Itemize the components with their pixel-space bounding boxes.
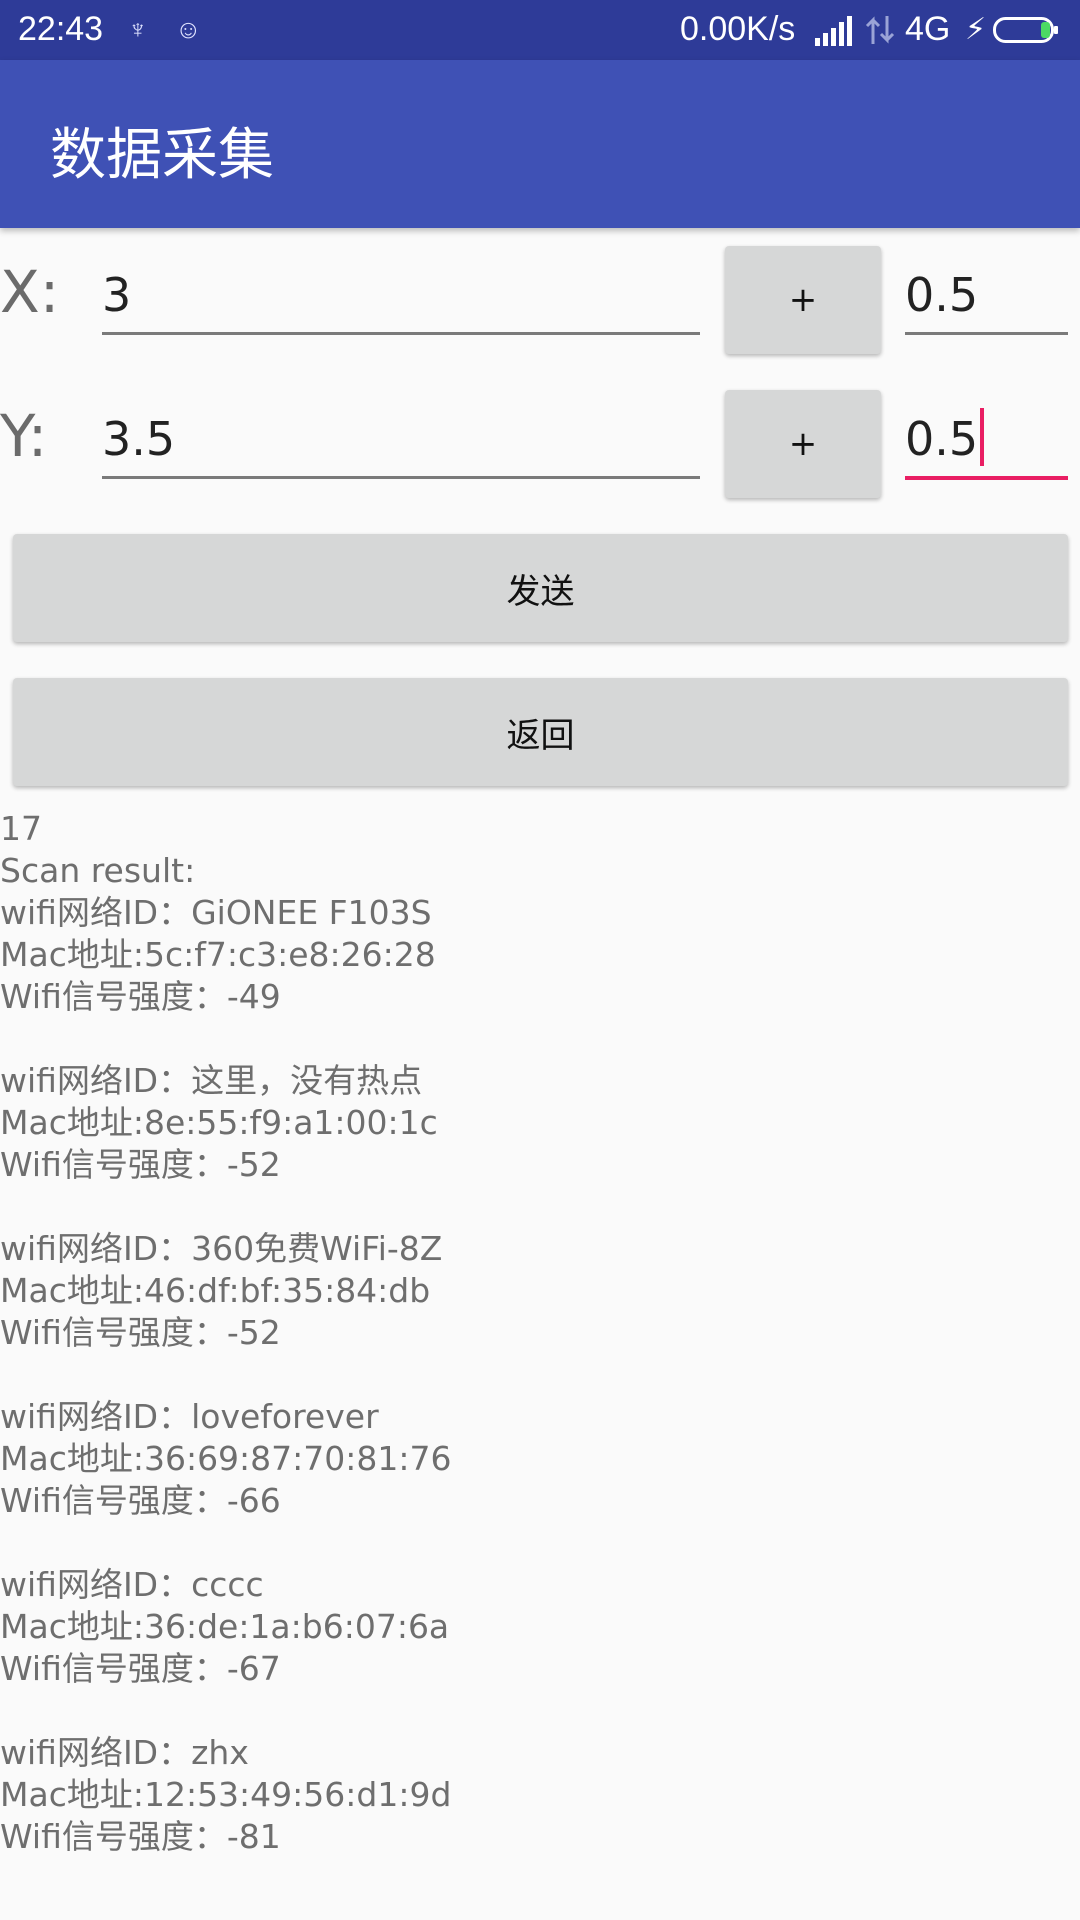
wifi-mac: Mac地址:5c:f7:c3:e8:26:28 — [0, 935, 436, 974]
x-coordinate-input[interactable]: 3 — [102, 268, 700, 335]
back-button[interactable]: 返回 — [13, 678, 1068, 786]
battery-icon — [993, 17, 1058, 43]
wifi-ssid: wifi网络ID：360免费WiFi-8Z — [0, 1229, 443, 1268]
wifi-rssi: Wifi信号强度：-81 — [0, 1817, 281, 1856]
wifi-mac: Mac地址:8e:55:f9:a1:00:1c — [0, 1103, 438, 1142]
net-speed: 0.00K/s — [680, 10, 796, 48]
usb-icon: ♆ — [128, 14, 148, 44]
wifi-ssid: wifi网络ID：这里，没有热点 — [0, 1061, 423, 1100]
status-bar: 22:43 ♆ ☺ 0.00K/s 4G ⚡ — [0, 0, 1080, 60]
y-coordinate-input[interactable]: 3.5 — [102, 412, 700, 479]
page-title: 数据采集 — [50, 123, 274, 188]
wifi-ssid: wifi网络ID：zhx — [0, 1733, 249, 1772]
scan-count: 17 — [0, 809, 42, 848]
y-value: 3.5 — [102, 412, 176, 466]
send-button-label: 发送 — [506, 571, 575, 612]
app-bar: 数据采集 — [0, 60, 1080, 228]
wifi-mac: Mac地址:36:69:87:70:81:76 — [0, 1439, 452, 1478]
status-time: 22:43 — [18, 10, 104, 48]
data-transfer-icon — [865, 16, 895, 44]
y-step-value: 0.5 — [905, 412, 979, 466]
x-label: X: — [0, 258, 60, 326]
y-plus-button[interactable]: + — [725, 390, 881, 498]
charging-bolt-icon: ⚡ — [965, 13, 987, 46]
send-button[interactable]: 发送 — [13, 534, 1068, 642]
x-step-value: 0.5 — [905, 268, 979, 322]
x-plus-button[interactable]: + — [725, 246, 881, 354]
y-label: Y: — [0, 402, 48, 470]
y-plus-label: + — [788, 424, 818, 464]
wifi-rssi: Wifi信号强度：-66 — [0, 1481, 281, 1520]
android-debug-icon: ☺ — [175, 14, 202, 44]
scan-header: Scan result: — [0, 851, 196, 890]
wifi-rssi: Wifi信号强度：-49 — [0, 977, 281, 1016]
wifi-mac: Mac地址:46:df:bf:35:84:db — [0, 1271, 431, 1310]
x-step-input[interactable]: 0.5 — [905, 268, 1068, 335]
signal-icon — [815, 16, 852, 46]
y-step-text: 0.5 — [905, 408, 985, 466]
scan-output: 17 Scan result: wifi网络ID：GiONEE F103S Ma… — [0, 808, 1080, 1858]
wifi-rssi: Wifi信号强度：-67 — [0, 1649, 281, 1688]
wifi-mac: Mac地址:36:de:1a:b6:07:6a — [0, 1607, 450, 1646]
back-button-label: 返回 — [506, 715, 575, 756]
text-cursor — [980, 408, 985, 466]
wifi-rssi: Wifi信号强度：-52 — [0, 1145, 281, 1184]
y-step-input[interactable]: 0.5 — [905, 408, 1068, 480]
wifi-rssi: Wifi信号强度：-52 — [0, 1313, 281, 1352]
wifi-ssid: wifi网络ID：cccc — [0, 1565, 264, 1604]
wifi-ssid: wifi网络ID：loveforever — [0, 1397, 379, 1436]
network-type: 4G — [905, 10, 951, 48]
x-value: 3 — [102, 268, 132, 322]
wifi-ssid: wifi网络ID：GiONEE F103S — [0, 893, 432, 932]
x-plus-label: + — [788, 280, 818, 320]
wifi-mac: Mac地址:12:53:49:56:d1:9d — [0, 1775, 452, 1814]
